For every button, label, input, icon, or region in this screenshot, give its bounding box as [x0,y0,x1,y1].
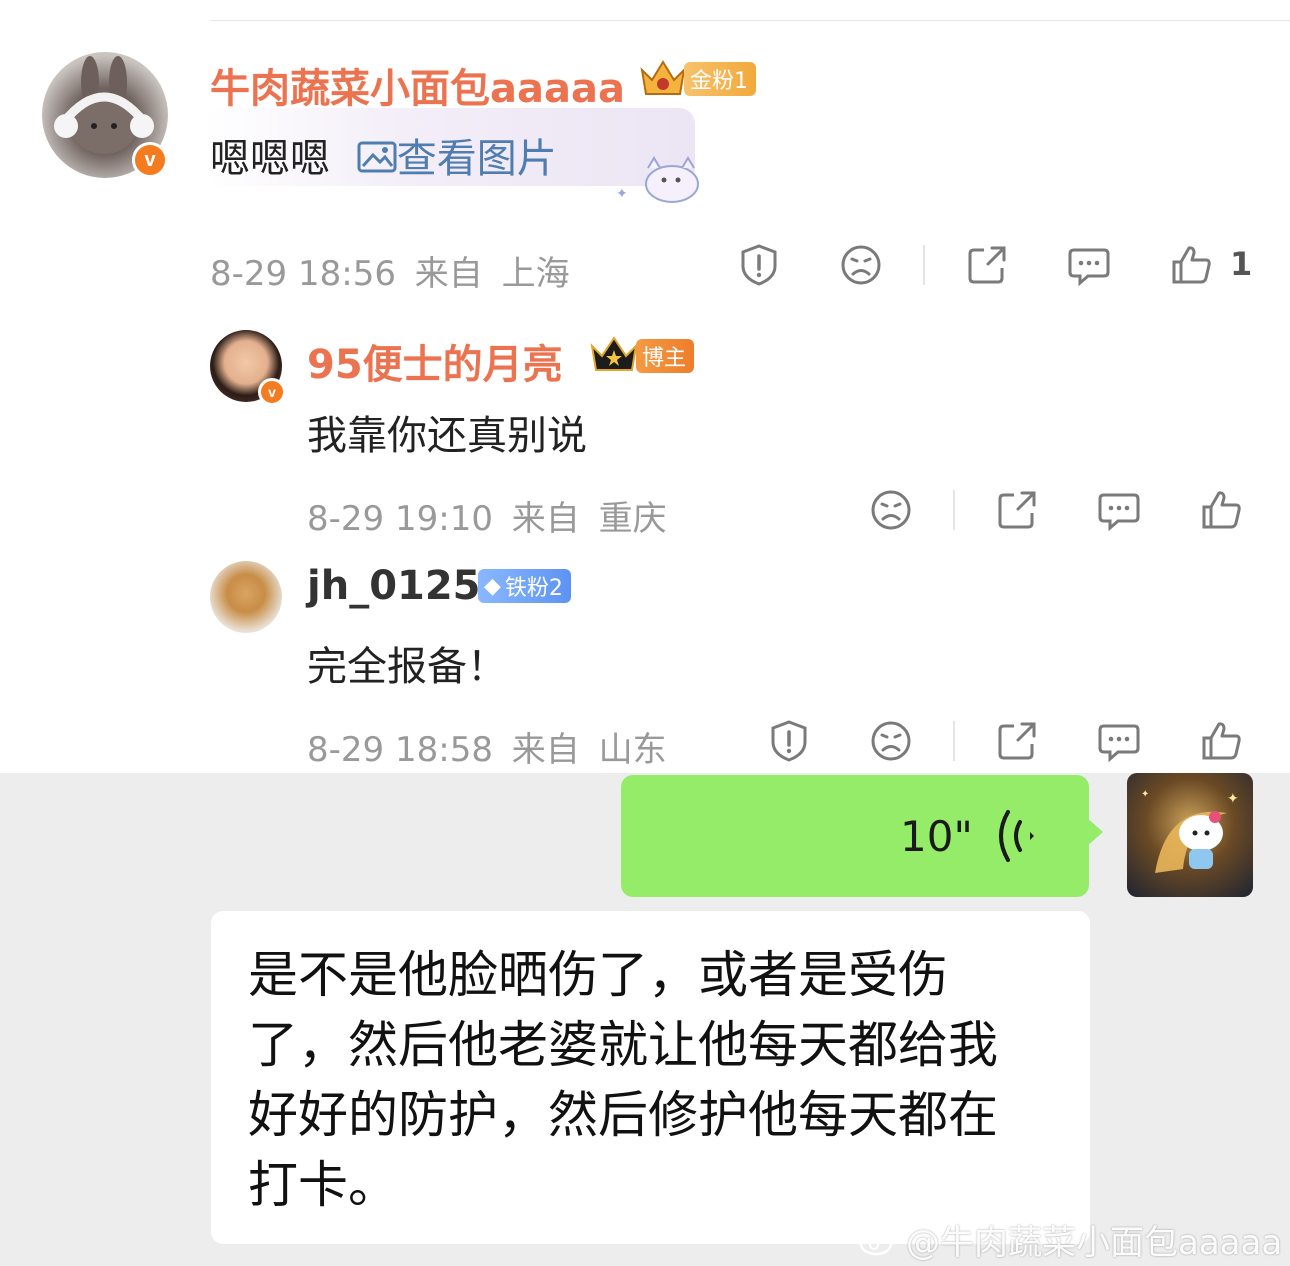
avatar[interactable] [210,561,282,633]
fan-level-label: 铁粉2 [504,576,563,601]
image-icon [357,141,397,173]
thumbs-up-icon [1172,246,1211,284]
view-image-label[interactable]: 查看图片 [397,136,557,182]
share-icon [998,491,1036,529]
shield-alert-icon [741,244,777,286]
sad-face-icon [871,490,911,530]
comment-username[interactable]: jh_0125 [307,563,481,609]
share-button[interactable] [994,718,1040,764]
reply-button[interactable] [1096,487,1142,533]
share-icon [998,722,1036,760]
shield-alert-icon [771,720,807,762]
svg-text:✦: ✦ [1141,789,1149,800]
reply-button[interactable] [1096,718,1142,764]
like-count: 1 [1230,245,1253,283]
fan-level-label: 金粉1 [690,69,748,94]
watermark-text: @牛肉蔬菜小面包aaaaa [906,1223,1283,1263]
my-avatar[interactable]: ✦ ✦ [1127,773,1253,897]
action-separator [953,721,955,761]
sad-face-icon [871,721,911,761]
reply-message-text: 是不是他脸晒伤了，或者是受伤 了，然后他老婆就让他每天都给我 好好的防护，然后修… [248,940,1068,1220]
view-image-link[interactable]: 查看图片 [343,136,557,182]
comment-time: 8-29 19:10 [307,499,493,539]
comment-from-label: 来自 [414,254,483,294]
like-button[interactable] [1168,242,1214,288]
reply-line: 了，然后他老婆就让他每天都给我 [248,1016,998,1074]
action-separator [953,490,955,530]
comment-meta: 8-29 19:10 来自 重庆 [307,491,667,540]
reply-line: 是不是他脸晒伤了，或者是受伤 [248,946,948,1004]
comment-location: 重庆 [598,499,667,539]
svg-text:✦: ✦ [1227,791,1239,807]
comment-bubble-icon [1068,248,1110,287]
comment-meta: 8-29 18:56 来自 上海 [210,246,570,295]
share-icon [968,246,1006,284]
thumbs-up-icon [1202,491,1241,529]
like-button[interactable] [1198,718,1244,764]
fan-level-badge[interactable]: ◆ 铁粉2 [478,569,571,603]
watermark: @牛肉蔬菜小面包aaaaa [858,1215,1282,1264]
dislike-button[interactable] [868,718,914,764]
voice-duration: 10" [900,812,973,861]
comment-text-body: 嗯嗯嗯 [210,136,330,182]
like-button[interactable] [1198,487,1244,533]
reply-line: 打卡。 [248,1156,398,1214]
blogger-badge[interactable]: 博主 [636,339,695,373]
comment-meta: 8-29 18:58 来自 山东 [307,722,667,771]
comment-time: 8-29 18:56 [210,254,396,294]
comment-time: 8-29 18:58 [307,730,493,770]
diamond-icon: ◆ [484,573,501,599]
cat-sticker-icon: ✦ [612,148,712,208]
verified-v-icon: v [132,142,168,178]
blogger-badge-label: 博主 [642,346,687,371]
comment-text: 完全报备！ [307,644,507,690]
comment-from-label: 来自 [511,499,580,539]
blogger-crown-icon [588,334,640,383]
comment-username[interactable]: 95便士的月亮 [307,332,563,390]
comment-location: 山东 [598,730,667,770]
share-button[interactable] [964,242,1010,288]
verified-v-icon: v [258,378,286,406]
report-button[interactable] [736,242,782,288]
fan-level-badge[interactable]: 金粉1 [684,62,756,96]
reply-line: 好好的防护，然后修护他每天都在 [248,1086,998,1144]
dislike-button[interactable] [838,242,884,288]
action-separator [923,245,925,285]
thumbs-up-icon [1202,722,1241,760]
comment-from-label: 来自 [511,730,580,770]
comment-username[interactable]: 牛肉蔬菜小面包aaaaa [210,56,625,114]
avatar[interactable]: v [42,52,168,178]
sad-face-icon [841,245,881,285]
svg-text:✦: ✦ [616,186,628,202]
comment-bubble-icon [1098,493,1140,532]
weibo-logo-icon [859,1226,896,1255]
comment-text: 嗯嗯嗯 查看图片 [210,126,557,184]
top-divider [210,20,1290,21]
avatar[interactable]: v [210,330,286,406]
share-button[interactable] [994,487,1040,533]
reply-button[interactable] [1066,242,1112,288]
fan-crown-icon [638,58,688,107]
voice-wave-icon [992,808,1042,864]
report-button[interactable] [766,718,812,764]
comment-text: 我靠你还真别说 [307,413,587,459]
voice-bubble-tail [1087,818,1103,846]
dislike-button[interactable] [868,487,914,533]
comment-bubble-icon [1098,724,1140,763]
comment-location: 上海 [501,254,570,294]
